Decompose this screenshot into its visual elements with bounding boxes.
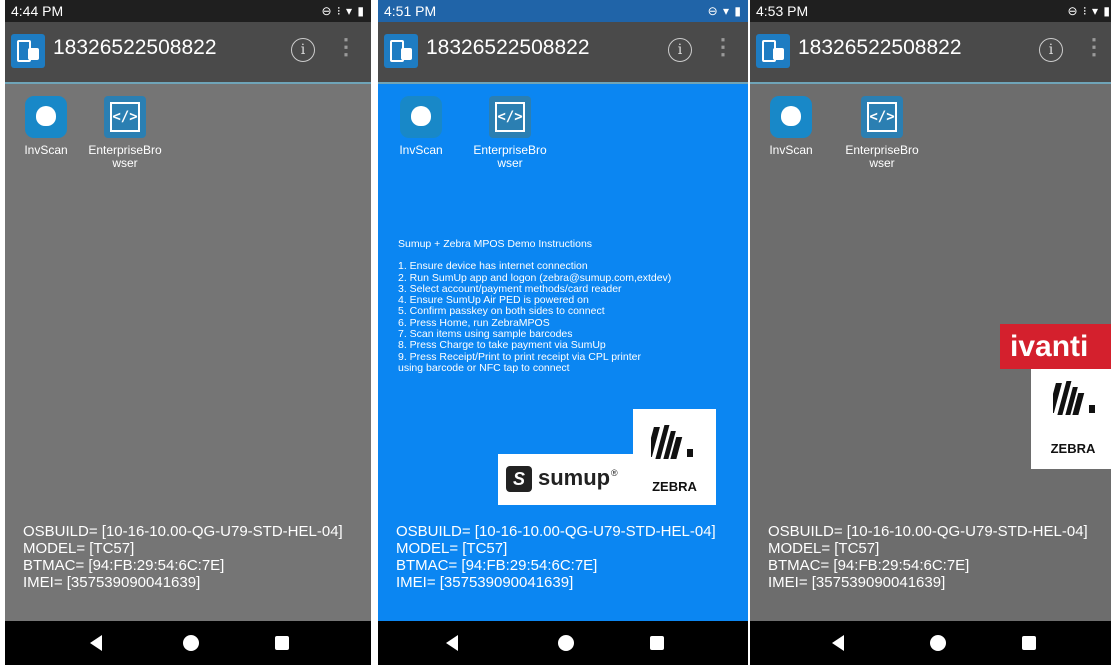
btmac-line: BTMAC= [94:FB:29:54:6C:7E] (23, 557, 225, 574)
enterprise-browser-icon: </> (861, 96, 903, 138)
osbuild-line: OSBUILD= [10-16-10.00-QG-U79-STD-HEL-04] (768, 523, 1088, 540)
app-bar: 18326522508822 i ⋮ (750, 22, 1111, 84)
recents-icon[interactable] (275, 636, 289, 650)
home-icon[interactable] (558, 635, 574, 651)
device-id: 18326522508822 (798, 36, 962, 59)
btmac-line: BTMAC= [94:FB:29:54:6C:7E] (768, 557, 970, 574)
overflow-menu-button[interactable]: ⋮ (1083, 36, 1105, 58)
home-icon[interactable] (930, 635, 946, 651)
app-label: EnterpriseBrowser (88, 143, 162, 170)
info-button[interactable]: i (291, 38, 315, 62)
app-invscan[interactable]: InvScan (766, 96, 816, 157)
launcher-screen-2: 4:51 PM ⊖ ▾ ▮ 18326522508822 i ⋮ InvScan… (378, 0, 748, 665)
nav-bar (378, 621, 748, 665)
app-enterprise-browser[interactable]: </> EnterpriseBrowser (85, 96, 165, 170)
home-content: InvScan </> EnterpriseBrowser Sumup + Ze… (378, 84, 748, 621)
zebra-wordmark: ZEBRA (652, 479, 697, 494)
instruction-line: using barcode or NFC tap to connect (398, 361, 570, 374)
invscan-icon (25, 96, 67, 138)
back-icon[interactable] (90, 635, 102, 651)
app-bar: 18326522508822 i ⋮ (5, 22, 371, 84)
overflow-menu-button[interactable]: ⋮ (712, 36, 734, 58)
launcher-logo-icon (756, 34, 790, 68)
zebra-logo: ZEBRA (633, 409, 716, 505)
status-bar: 4:51 PM ⊖ ▾ ▮ (378, 0, 748, 22)
recents-icon[interactable] (1022, 636, 1036, 650)
osbuild-line: OSBUILD= [10-16-10.00-QG-U79-STD-HEL-04] (396, 523, 716, 540)
device-id: 18326522508822 (53, 36, 217, 59)
sumup-logo: S sumup ® (498, 454, 633, 505)
instruction-line: 1. Ensure device has internet connection (398, 260, 588, 273)
app-label: InvScan (399, 143, 443, 157)
invscan-icon (770, 96, 812, 138)
nav-bar (5, 621, 371, 665)
app-label: EnterpriseBrowser (845, 143, 919, 170)
sumup-wordmark: sumup (538, 465, 611, 490)
recents-icon[interactable] (650, 636, 664, 650)
osbuild-line: OSBUILD= [10-16-10.00-QG-U79-STD-HEL-04] (23, 523, 343, 540)
instructions-title: Sumup + Zebra MPOS Demo Instructions (398, 238, 593, 250)
launcher-logo-icon (384, 34, 418, 68)
app-enterprise-browser[interactable]: </> EnterpriseBrowser (842, 96, 922, 170)
app-enterprise-browser[interactable]: </> EnterpriseBrowser (470, 96, 550, 170)
enterprise-browser-icon: </> (489, 96, 531, 138)
sumup-mark-icon: S (506, 466, 532, 492)
home-content: InvScan </> EnterpriseBrowser OSBUILD= [… (5, 84, 371, 621)
nav-bar (750, 621, 1111, 665)
back-icon[interactable] (832, 635, 844, 651)
device-info: OSBUILD= [10-16-10.00-QG-U79-STD-HEL-04]… (23, 523, 343, 591)
model-line: MODEL= [TC57] (396, 540, 508, 557)
ivanti-logo: ivanti (1000, 324, 1111, 369)
instruction-line: 8. Press Charge to take payment via SumU… (398, 339, 606, 352)
invscan-icon (400, 96, 442, 138)
device-info: OSBUILD= [10-16-10.00-QG-U79-STD-HEL-04]… (396, 523, 716, 591)
demo-instructions: Sumup + Zebra MPOS Demo Instructions 1. … (398, 238, 671, 374)
app-label: InvScan (24, 143, 68, 157)
app-invscan[interactable]: InvScan (21, 96, 71, 157)
launcher-logo-icon (11, 34, 45, 68)
device-id: 18326522508822 (426, 36, 590, 59)
app-invscan[interactable]: InvScan (396, 96, 446, 157)
info-button[interactable]: i (1039, 38, 1063, 62)
zebra-head-icon (1053, 381, 1095, 415)
status-icons: ⊖ ⁝ ▾ ▮ (1067, 4, 1111, 18)
status-icons: ⊖ ▾ ▮ (707, 4, 742, 18)
launcher-screen-3: 4:53 PM ⊖ ⁝ ▾ ▮ 18326522508822 i ⋮ InvSc… (750, 0, 1111, 665)
imei-line: IMEI= [357539090041639] (23, 574, 201, 591)
model-line: MODEL= [TC57] (23, 540, 135, 557)
app-bar: 18326522508822 i ⋮ (378, 22, 748, 84)
home-icon[interactable] (183, 635, 199, 651)
status-time: 4:51 PM (384, 3, 437, 19)
zebra-logo: ZEBRA (1031, 369, 1111, 469)
app-label: InvScan (769, 143, 813, 157)
overflow-menu-button[interactable]: ⋮ (335, 36, 357, 58)
info-button[interactable]: i (668, 38, 692, 62)
btmac-line: BTMAC= [94:FB:29:54:6C:7E] (396, 557, 598, 574)
imei-line: IMEI= [357539090041639] (768, 574, 946, 591)
status-bar: 4:44 PM ⊖ ⁝ ▾ ▮ (5, 0, 371, 22)
status-bar: 4:53 PM ⊖ ⁝ ▾ ▮ (750, 0, 1111, 22)
model-line: MODEL= [TC57] (768, 540, 880, 557)
back-icon[interactable] (446, 635, 458, 651)
home-content: InvScan </> EnterpriseBrowser ivanti ZEB… (750, 84, 1111, 621)
device-info: OSBUILD= [10-16-10.00-QG-U79-STD-HEL-04]… (768, 523, 1088, 591)
status-icons: ⊖ ⁝ ▾ ▮ (321, 4, 365, 18)
launcher-screen-1: 4:44 PM ⊖ ⁝ ▾ ▮ 18326522508822 i ⋮ InvSc… (5, 0, 371, 665)
app-label: EnterpriseBrowser (473, 143, 547, 170)
sumup-registered-mark: ® (611, 468, 618, 478)
status-time: 4:53 PM (756, 3, 809, 19)
status-time: 4:44 PM (11, 3, 64, 19)
zebra-wordmark: ZEBRA (1050, 441, 1096, 456)
imei-line: IMEI= [357539090041639] (396, 574, 574, 591)
zebra-head-icon (651, 425, 693, 459)
enterprise-browser-icon: </> (104, 96, 146, 138)
